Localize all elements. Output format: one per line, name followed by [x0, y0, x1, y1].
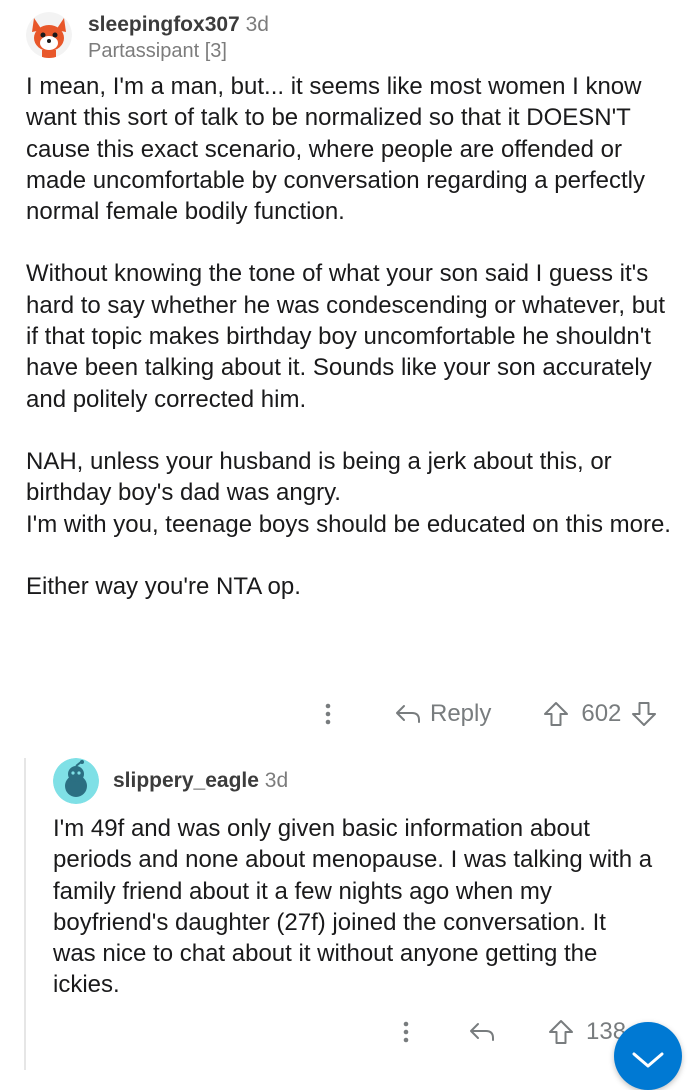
user-avatar-fox[interactable]: [26, 12, 72, 58]
comment2-actions: 138: [394, 1014, 626, 1050]
comment1-header: sleepingfox307 3d Partassipant [3]: [26, 12, 269, 63]
scroll-down-button[interactable]: [614, 1022, 682, 1090]
comment-timestamp: 3d: [264, 769, 289, 792]
comment2-body: I'm 49f and was only given basic informa…: [53, 813, 653, 1001]
upvote-button[interactable]: [543, 701, 569, 727]
thread-indent-line[interactable]: [24, 758, 26, 1070]
comment1-body: I mean, I'm a man, but... it seems like …: [26, 71, 676, 602]
comment2-header: slippery_eagle 3d: [53, 758, 288, 804]
more-options-button[interactable]: [316, 702, 340, 726]
comment-paragraph: I mean, I'm a man, but... it seems like …: [26, 73, 646, 226]
fox-avatar-icon: [26, 12, 72, 58]
reply-label: Reply: [430, 700, 492, 727]
user-avatar-snoo[interactable]: [53, 758, 99, 804]
more-options-button[interactable]: [394, 1020, 418, 1044]
upvote-icon: [549, 1020, 573, 1044]
comment-paragraph: I'm 49f and was only given basic informa…: [53, 815, 653, 999]
reply-arrow-icon: [470, 1023, 494, 1041]
comment-username[interactable]: sleepingfox307: [88, 13, 240, 36]
downvote-icon: [632, 702, 657, 726]
vote-count: 602: [581, 700, 622, 727]
comment-paragraph: NAH, unless your husband is being a jerk…: [26, 447, 612, 507]
reply-arrow-icon: [396, 705, 420, 723]
comment-paragraph: Either way you're NTA op.: [26, 572, 301, 600]
snoo-avatar-icon: [53, 758, 99, 804]
user-flair: Partassipant [3]: [88, 40, 227, 63]
reply-button[interactable]: [468, 1021, 496, 1043]
chevron-down-icon: [632, 1052, 664, 1068]
upvote-button[interactable]: [548, 1019, 574, 1045]
comment-paragraph: I'm with you, teenage boys should be edu…: [26, 510, 671, 538]
comment-paragraph: Without knowing the tone of what your so…: [26, 260, 666, 413]
comment-timestamp: 3d: [245, 13, 269, 36]
comment1-actions: Reply 602: [316, 696, 657, 732]
more-vertical-icon: [403, 1021, 409, 1043]
comment-username[interactable]: slippery_eagle: [113, 769, 259, 792]
more-vertical-icon: [325, 703, 331, 725]
downvote-button[interactable]: [631, 701, 657, 727]
upvote-icon: [544, 702, 569, 726]
reply-button[interactable]: Reply: [394, 700, 491, 728]
